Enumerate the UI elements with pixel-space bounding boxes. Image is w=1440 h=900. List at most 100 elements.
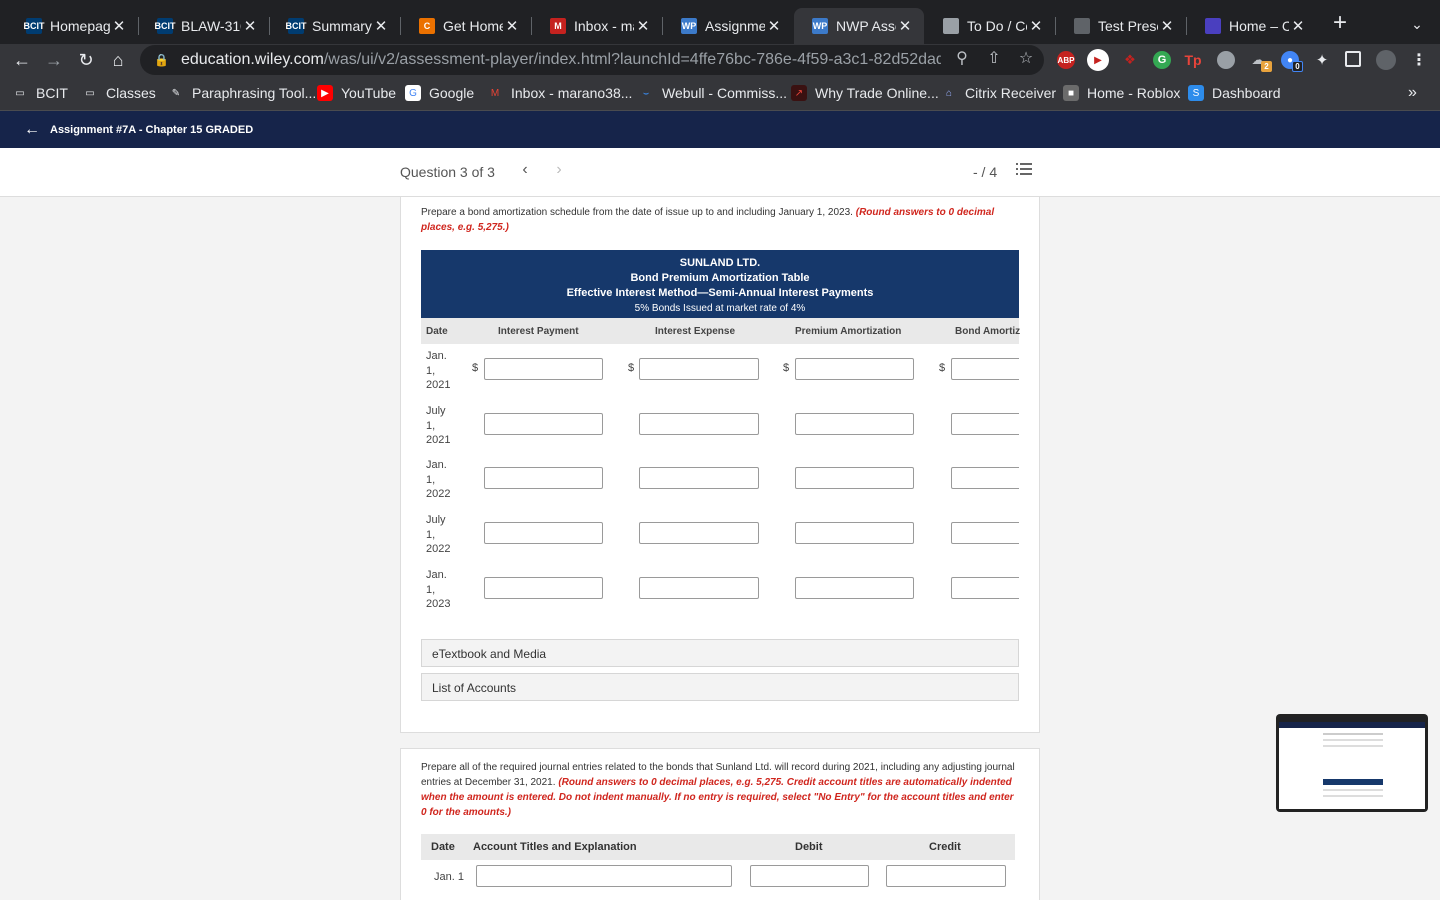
browser-tab[interactable]: M Inbox - mar✕ [532, 8, 662, 44]
browser-tab[interactable]: WP Assignment✕ [663, 8, 793, 44]
bcit-icon: BCIT [24, 18, 45, 34]
bond-amortized-input[interactable] [951, 522, 1019, 544]
bookmarks-overflow-icon[interactable]: » [1408, 84, 1417, 102]
bond-amortized-input[interactable] [951, 467, 1019, 489]
close-tab-icon[interactable]: ✕ [110, 17, 128, 35]
bookmark-item[interactable]: ▭ BCIT [12, 83, 68, 103]
account-title-input[interactable] [476, 865, 732, 887]
zoom-icon[interactable]: ⚲ [950, 47, 974, 71]
bond-description: 5% Bonds Issued at market rate of 4% [634, 303, 806, 314]
video-extension-icon[interactable]: ▶ [1087, 49, 1109, 71]
premium-amortization-input[interactable] [795, 413, 914, 435]
premium-amortization-input[interactable] [795, 522, 914, 544]
close-tab-icon[interactable]: ✕ [765, 17, 783, 35]
back-arrow-icon[interactable]: ← [10, 48, 34, 72]
tab-title: Get Homew [443, 18, 503, 34]
interest-payment-input[interactable] [484, 467, 603, 489]
previous-question-chevron-icon[interactable]: ‹ [518, 161, 532, 179]
bookmark-item[interactable]: G Google [405, 83, 474, 103]
tab-title: Homepage [50, 18, 110, 34]
browser-tab[interactable]: To Do / Con✕ [925, 8, 1055, 44]
circle-extension-icon[interactable] [1217, 51, 1235, 69]
bcit-icon: BCIT [155, 18, 176, 34]
forward-arrow-icon[interactable]: → [42, 48, 66, 72]
premium-amortization-input[interactable] [795, 577, 914, 599]
bookmark-item[interactable]: ⌣ Webull - Commiss... [638, 83, 787, 103]
interest-payment-input[interactable] [484, 522, 603, 544]
interest-payment-input[interactable] [484, 358, 603, 380]
interest-expense-input[interactable] [639, 522, 759, 544]
profile-avatar-icon[interactable] [1376, 50, 1396, 70]
browser-tab[interactable]: WP NWP Asses✕ [794, 8, 924, 44]
close-tab-icon[interactable]: ✕ [372, 17, 390, 35]
screen-preview-thumbnail[interactable] [1276, 714, 1428, 812]
share-icon[interactable]: ⇧ [982, 47, 1006, 71]
tab-title: Test Presen [1098, 18, 1158, 34]
youtube-icon: ▶ [317, 85, 333, 101]
stopwatch-extension-icon[interactable]: ❖ [1121, 51, 1139, 69]
side-panel-icon[interactable] [1345, 51, 1361, 67]
list-of-accounts-accordion[interactable]: List of Accounts [421, 673, 1019, 701]
interest-payment-input[interactable] [484, 413, 603, 435]
folder-icon: ▭ [15, 87, 25, 99]
bookmark-item[interactable]: ▶ YouTube [317, 83, 396, 103]
company-name: SUNLAND LTD. [679, 257, 761, 269]
address-bar[interactable]: 🔒 education.wiley.com/was/ui/v2/assessme… [140, 45, 1044, 75]
trade-icon: ↗ [791, 85, 807, 101]
journal-column-headers: Date Account Titles and Explanation Debi… [421, 834, 1015, 860]
bond-amortized-input[interactable] [951, 577, 1019, 599]
debit-input[interactable] [750, 865, 869, 887]
credit-input[interactable] [886, 865, 1006, 887]
bookmark-item[interactable]: ■ Home - Roblox [1063, 83, 1180, 103]
bookmark-item[interactable]: S Dashboard [1188, 83, 1281, 103]
bookmark-item[interactable]: ▭ Classes [82, 83, 156, 103]
close-tab-icon[interactable]: ✕ [503, 17, 521, 35]
browser-tab[interactable]: BCIT Summary -✕ [270, 8, 400, 44]
adblock-extension-icon[interactable]: ABP [1057, 51, 1075, 69]
browser-tab[interactable]: C Get Homew✕ [401, 8, 531, 44]
close-tab-icon[interactable]: ✕ [896, 17, 914, 35]
browser-tab[interactable]: Home – Cer✕ [1187, 8, 1317, 44]
bookmark-item[interactable]: ↗ Why Trade Online... [791, 83, 939, 103]
back-arrow-icon[interactable]: ← [24, 121, 40, 139]
interest-expense-input[interactable] [639, 577, 759, 599]
interest-expense-input[interactable] [639, 413, 759, 435]
row-date-part: Jan. [426, 569, 447, 581]
bond-amortized-input[interactable] [951, 413, 1019, 435]
grammarly-extension-icon[interactable]: G [1153, 51, 1171, 69]
new-tab-button[interactable]: + [1328, 11, 1352, 36]
bookmark-label: Webull - Commiss... [662, 85, 787, 101]
etextbook-accordion[interactable]: eTextbook and Media [421, 639, 1019, 667]
reload-icon[interactable]: ↻ [74, 48, 98, 72]
browser-tab[interactable]: BCIT Homepage✕ [8, 8, 138, 44]
home-icon[interactable]: ⌂ [106, 48, 130, 72]
close-tab-icon[interactable]: ✕ [241, 17, 259, 35]
close-tab-icon[interactable]: ✕ [634, 17, 652, 35]
bookmark-item[interactable]: ⌂ Citrix Receiver [941, 83, 1056, 103]
interest-expense-input[interactable] [639, 467, 759, 489]
row-date-part: 2022 [426, 543, 451, 556]
premium-amortization-input[interactable] [795, 358, 914, 380]
roblox-icon: ■ [1063, 85, 1079, 101]
tp-extension-icon[interactable]: Tp [1184, 51, 1202, 69]
interest-payment-input[interactable] [484, 577, 603, 599]
browser-tab[interactable]: Test Presen✕ [1056, 8, 1186, 44]
tab-search-chevron-icon[interactable]: ⌄ [1405, 12, 1429, 36]
puzzle-extensions-icon[interactable]: ✦ [1313, 51, 1331, 69]
assignment-title[interactable]: Assignment #7A - Chapter 15 GRADED [50, 124, 253, 136]
bookmark-item[interactable]: ✎ Paraphrasing Tool... [168, 83, 316, 103]
browser-tab[interactable]: BCIT BLAW-3100✕ [139, 8, 269, 44]
question-list-icon[interactable] [1016, 163, 1032, 177]
close-tab-icon[interactable]: ✕ [1027, 17, 1045, 35]
bookmark-star-icon[interactable]: ☆ [1014, 47, 1038, 71]
kebab-menu-icon[interactable]: ⋮ [1410, 51, 1428, 69]
premium-amortization-input[interactable] [795, 467, 914, 489]
interest-expense-input[interactable] [639, 358, 759, 380]
amortization-column-headers: Date Interest Payment Interest Expense P… [421, 318, 1020, 344]
bookmark-item[interactable]: M Inbox - marano38... [487, 83, 633, 103]
close-tab-icon[interactable]: ✕ [1158, 17, 1176, 35]
bond-amortized-input[interactable] [951, 358, 1019, 380]
next-question-chevron-icon[interactable]: › [552, 161, 566, 179]
webull-icon: ⌣ [642, 87, 650, 99]
close-tab-icon[interactable]: ✕ [1289, 17, 1307, 35]
